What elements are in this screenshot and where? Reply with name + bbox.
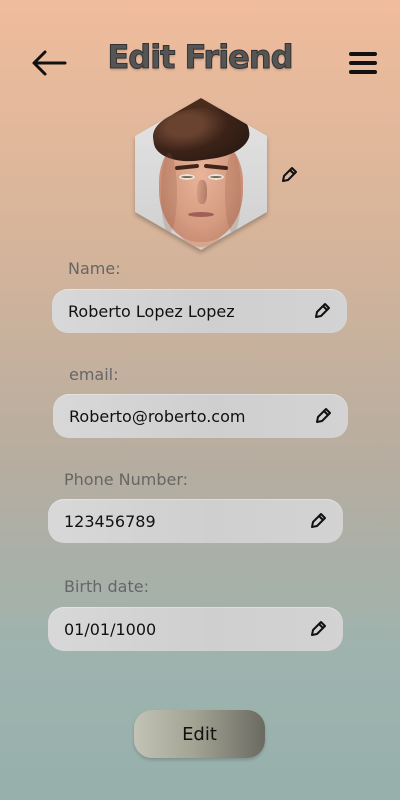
email-label: email: [69,365,119,384]
pencil-icon [316,408,331,423]
edit-email-button[interactable] [313,406,333,426]
profile-eye [208,174,224,180]
pencil-icon [282,167,297,182]
birth-date-field[interactable] [48,607,343,651]
edit-button[interactable]: Edit [134,710,265,758]
email-field[interactable] [53,394,348,438]
edit-phone-number-button[interactable] [308,511,328,531]
profile-eye [179,174,195,180]
edit-birth-date-button[interactable] [308,619,328,639]
profile-photo-container [135,98,267,250]
email-input[interactable] [69,394,294,438]
profile-cheek-shadow [225,153,241,233]
menu-button[interactable] [343,46,383,80]
edit-photo-button[interactable] [278,164,300,186]
phone-number-input[interactable] [64,499,289,543]
name-label: Name: [68,259,121,278]
phone-number-label: Phone Number: [64,470,189,489]
phone-number-field[interactable] [48,499,343,543]
name-input[interactable] [68,289,293,333]
pencil-icon [311,513,326,528]
hamburger-menu-icon [349,52,377,74]
birth-date-label: Birth date: [64,577,149,596]
profile-nose [197,180,207,204]
profile-mouth [188,212,214,217]
birth-date-input[interactable] [64,607,289,651]
profile-cheek-shadow [161,153,177,233]
edit-name-button[interactable] [312,301,332,321]
pencil-icon [315,303,330,318]
profile-photo [135,98,267,250]
pencil-icon [311,621,326,636]
name-field[interactable] [52,289,347,333]
page-title: Edit Friend [107,37,294,76]
